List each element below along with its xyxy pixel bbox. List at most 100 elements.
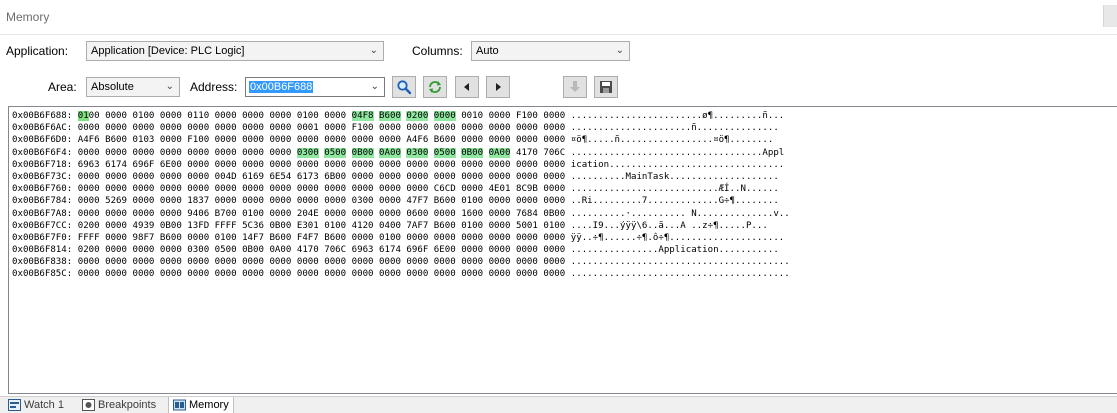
memory-word[interactable]: 0000 xyxy=(352,257,374,267)
memory-word[interactable]: 0A00 xyxy=(488,147,511,158)
scrollbar-stub[interactable] xyxy=(1103,5,1117,27)
memory-word[interactable]: 0000 xyxy=(269,135,291,145)
memory-word[interactable]: 0000 xyxy=(215,184,237,194)
download-button[interactable] xyxy=(563,76,587,98)
memory-word[interactable]: 0000 xyxy=(406,257,428,267)
memory-word[interactable]: 0100 xyxy=(461,221,483,231)
search-button[interactable] xyxy=(392,76,416,98)
memory-row[interactable]: 0x00B6F85C: 0000 0000 0000 0000 0000 000… xyxy=(12,268,790,280)
memory-word[interactable]: 0000 xyxy=(105,123,127,133)
memory-word[interactable]: 0000 xyxy=(352,160,374,170)
memory-word[interactable]: 0103 xyxy=(133,135,155,145)
memory-word[interactable]: 0000 xyxy=(215,135,237,145)
memory-word[interactable]: 0100 xyxy=(242,209,264,219)
memory-word[interactable]: 0000 xyxy=(516,135,538,145)
memory-word[interactable]: E301 xyxy=(297,221,319,231)
memory-word[interactable]: 0000 xyxy=(379,184,401,194)
memory-word[interactable]: 0000 xyxy=(543,233,565,243)
memory-word[interactable]: FFFF xyxy=(78,233,100,243)
memory-word[interactable]: 0000 xyxy=(78,184,100,194)
memory-word[interactable]: 0000 xyxy=(160,269,182,279)
memory-word[interactable]: 0000 xyxy=(461,123,483,133)
memory-word[interactable]: 0010 xyxy=(461,111,483,121)
memory-word[interactable]: 0000 xyxy=(133,148,155,158)
memory-word[interactable]: 5001 xyxy=(516,221,538,231)
memory-word[interactable]: 0B00 xyxy=(242,245,264,255)
memory-word[interactable]: 0000 xyxy=(105,184,127,194)
memory-word[interactable]: 0000 xyxy=(434,257,456,267)
memory-word[interactable]: F100 xyxy=(187,135,209,145)
tab-breakpoints[interactable]: Breakpoints xyxy=(78,397,160,413)
memory-word[interactable]: 0100 xyxy=(543,221,565,231)
refresh-button[interactable] xyxy=(423,76,447,98)
memory-word[interactable]: 0000 xyxy=(133,209,155,219)
memory-word[interactable]: 4E01 xyxy=(489,184,511,194)
memory-row[interactable]: 0x00B6F6D0: A4F6 B600 0103 0000 F100 000… xyxy=(12,134,790,146)
memory-word[interactable]: 0100 xyxy=(461,196,483,206)
memory-word[interactable]: 0000 xyxy=(105,209,127,219)
memory-word[interactable]: 0000 xyxy=(489,221,511,231)
memory-word[interactable]: 0000 xyxy=(215,111,237,121)
memory-row[interactable]: 0x00B6F718: 6963 6174 696F 6E00 0000 000… xyxy=(12,159,790,171)
memory-row[interactable]: 0x00B6F7A8: 0000 0000 0000 0000 9406 B70… xyxy=(12,208,790,220)
memory-word[interactable]: 0000 xyxy=(187,123,209,133)
memory-word[interactable]: 0100 xyxy=(297,111,319,121)
memory-word[interactable]: 0000 xyxy=(379,172,401,182)
memory-word[interactable]: 0000 xyxy=(461,257,483,267)
memory-word[interactable]: 0000 xyxy=(242,257,264,267)
memory-word[interactable]: 0000 xyxy=(379,135,401,145)
memory-word[interactable]: 0000 xyxy=(543,123,565,133)
memory-word[interactable]: 0000 xyxy=(379,209,401,219)
memory-word[interactable]: FFFF xyxy=(215,221,237,231)
memory-word[interactable]: B600 xyxy=(434,221,456,231)
memory-word[interactable]: 0000 xyxy=(133,245,155,255)
memory-word[interactable]: 0A00 xyxy=(379,147,401,158)
memory-word[interactable]: 0000 xyxy=(78,196,100,206)
memory-word[interactable]: 0000 xyxy=(133,184,155,194)
memory-word[interactable]: 0000 xyxy=(187,269,209,279)
memory-word[interactable]: 0100 xyxy=(77,111,100,121)
memory-word[interactable]: 0100 xyxy=(133,111,155,121)
memory-word[interactable]: 0000 xyxy=(269,160,291,170)
memory-word[interactable]: 0000 xyxy=(433,111,456,121)
memory-word[interactable]: 7AF7 xyxy=(406,221,428,231)
memory-word[interactable]: 4120 xyxy=(352,221,374,231)
memory-word[interactable]: 696F xyxy=(406,245,428,255)
memory-row[interactable]: 0x00B6F814: 0200 0000 0000 0000 0300 050… xyxy=(12,244,790,256)
memory-word[interactable]: 0000 xyxy=(489,111,511,121)
memory-word[interactable]: 0000 xyxy=(406,269,428,279)
memory-word[interactable]: 0000 xyxy=(379,160,401,170)
memory-word[interactable]: 0000 xyxy=(489,172,511,182)
memory-word[interactable]: 5C36 xyxy=(242,221,264,231)
memory-word[interactable]: 0500 xyxy=(215,245,237,255)
memory-word[interactable]: 5269 xyxy=(105,196,127,206)
memory-word[interactable]: 0000 xyxy=(78,123,100,133)
memory-word[interactable]: 0000 xyxy=(269,148,291,158)
memory-word[interactable]: 0000 xyxy=(133,257,155,267)
memory-word[interactable]: 0000 xyxy=(516,245,538,255)
memory-word[interactable]: 0000 xyxy=(160,172,182,182)
memory-word[interactable]: 0000 xyxy=(516,196,538,206)
memory-word[interactable]: 0000 xyxy=(489,269,511,279)
memory-word[interactable]: 0001 xyxy=(297,123,319,133)
memory-word[interactable]: 0B00 xyxy=(461,147,484,158)
tab-watch-1[interactable]: Watch 1 xyxy=(4,397,68,413)
memory-word[interactable]: 0000 xyxy=(160,184,182,194)
memory-word[interactable]: 0200 xyxy=(406,111,429,121)
memory-word[interactable]: 0B00 xyxy=(269,221,291,231)
memory-word[interactable]: 0000 xyxy=(434,269,456,279)
memory-row[interactable]: 0x00B6F7F0: FFFF 0000 98F7 B600 0000 010… xyxy=(12,232,790,244)
memory-word[interactable]: 0000 xyxy=(406,184,428,194)
memory-word[interactable]: 0000 xyxy=(105,111,127,121)
memory-word[interactable]: 0000 xyxy=(461,245,483,255)
memory-word[interactable]: 0500 xyxy=(324,147,347,158)
memory-row[interactable]: 0x00B6F6F4: 0000 0000 0000 0000 0000 000… xyxy=(12,147,790,159)
memory-row[interactable]: 0x00B6F838: 0000 0000 0000 0000 0000 000… xyxy=(12,256,790,268)
tab-memory[interactable]: Memory xyxy=(168,397,234,413)
memory-word[interactable]: 0000 xyxy=(105,148,127,158)
memory-word[interactable]: 0000 xyxy=(133,196,155,206)
memory-word[interactable]: 7684 xyxy=(516,209,538,219)
memory-word[interactable]: 0000 xyxy=(516,269,538,279)
memory-word[interactable]: 1600 xyxy=(461,209,483,219)
memory-word[interactable]: 0000 xyxy=(78,148,100,158)
